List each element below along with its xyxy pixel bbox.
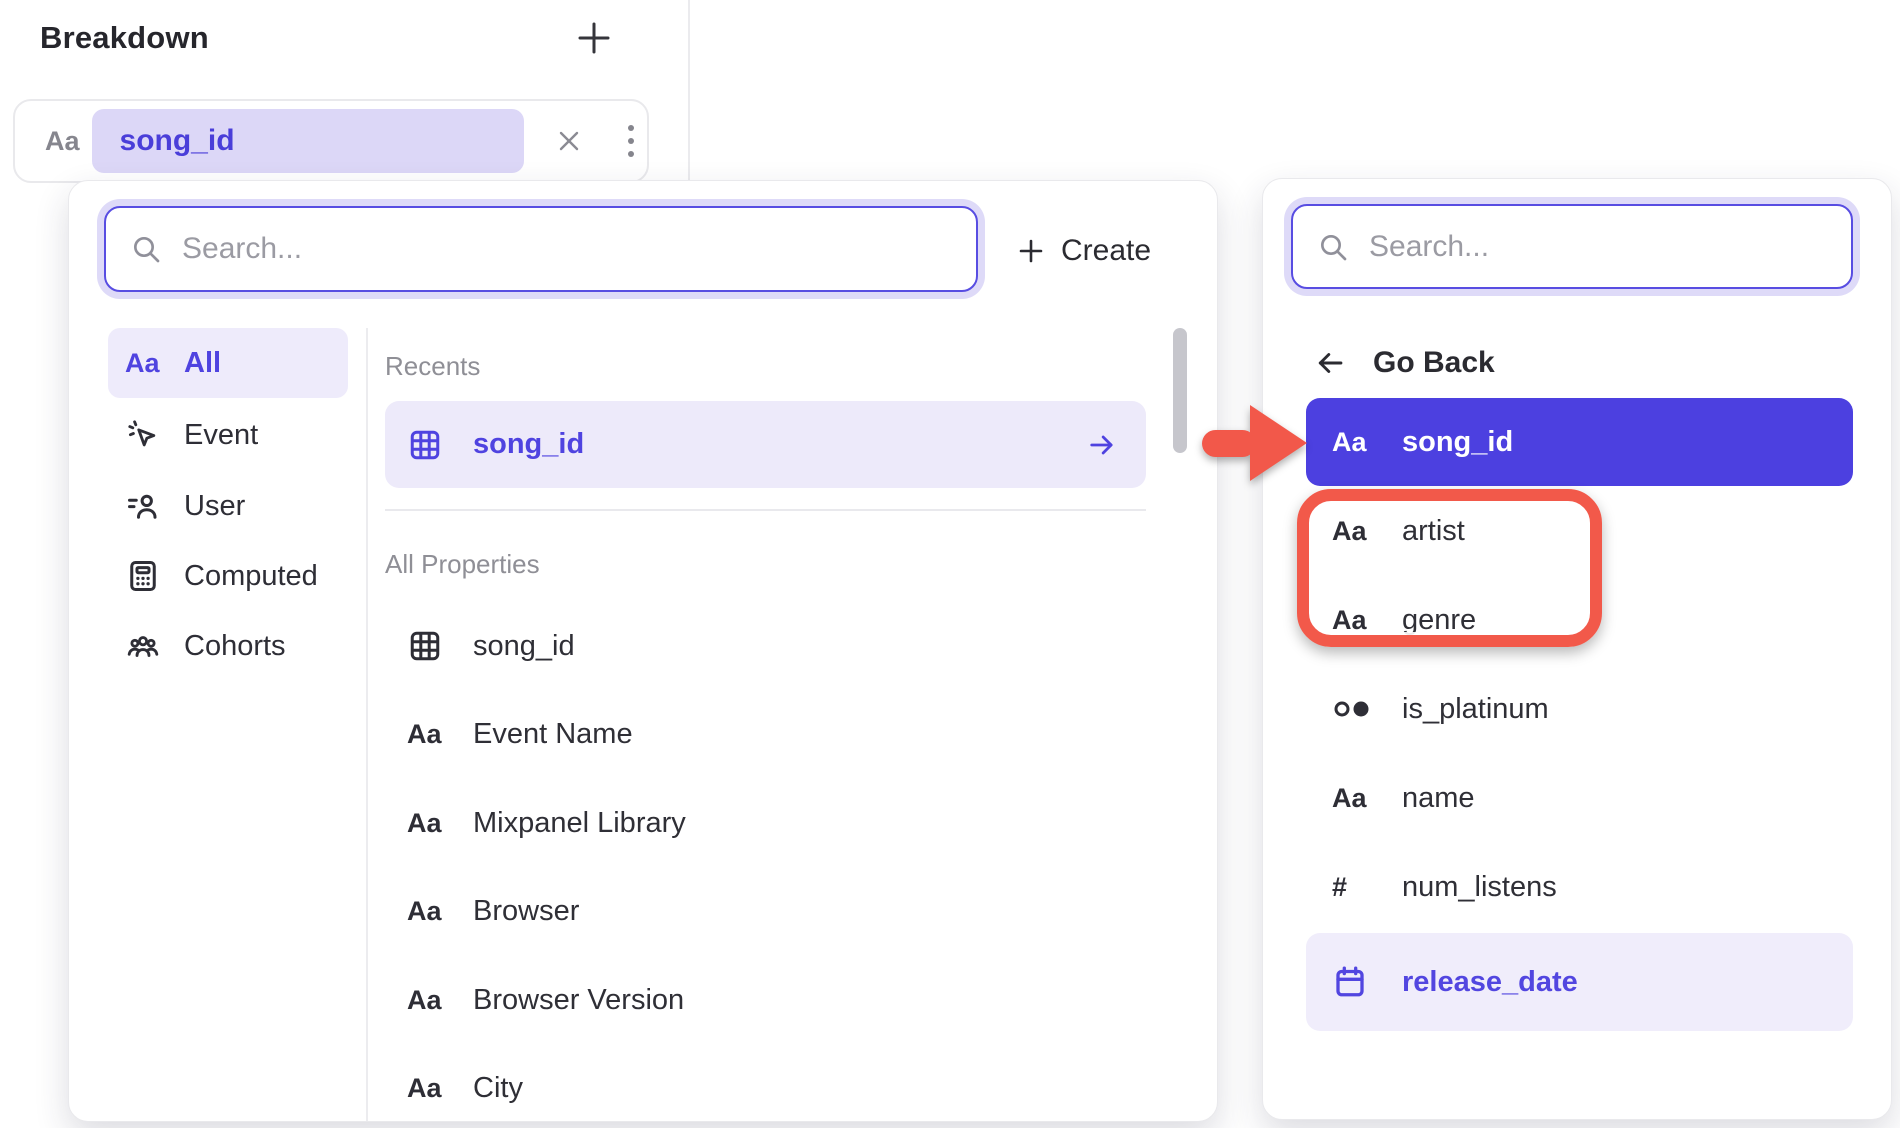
- sidebar-divider: [366, 328, 368, 1122]
- create-property-button[interactable]: Create: [1017, 223, 1151, 279]
- text-type-icon: Aa: [45, 126, 80, 157]
- property-values-panel: Go Back Aa song_id Aa artist Aa genre is…: [1262, 178, 1892, 1120]
- text-type-icon: Aa: [1332, 783, 1367, 814]
- arrow-right-icon: [1086, 429, 1118, 461]
- text-type-icon: Aa: [1332, 427, 1367, 458]
- all-properties-header: All Properties: [385, 549, 540, 580]
- go-back-button[interactable]: Go Back: [1313, 333, 1495, 393]
- cohorts-icon: [125, 628, 161, 664]
- breakdown-options-button[interactable]: [622, 119, 640, 163]
- add-breakdown-button[interactable]: [572, 16, 616, 60]
- text-type-icon: Aa: [407, 985, 442, 1016]
- property-picker-panel: Create Aa All Event User Computed: [68, 180, 1218, 1122]
- sidebar-item-all[interactable]: Aa All: [108, 328, 348, 398]
- breakdown-chip-card: Aa song_id: [13, 99, 649, 183]
- calendar-icon: [1332, 964, 1368, 1000]
- text-type-icon: Aa: [125, 348, 160, 379]
- search-icon: [1317, 231, 1349, 263]
- subproperty-row-release_date[interactable]: release_date: [1306, 933, 1853, 1031]
- property-row-mixpanel-library[interactable]: Aa Mixpanel Library: [385, 779, 1146, 867]
- plus-icon: [575, 19, 613, 57]
- subproperty-row-genre[interactable]: Aa genre: [1306, 576, 1853, 664]
- subproperty-row-artist[interactable]: Aa artist: [1306, 487, 1853, 575]
- user-icon: [125, 488, 161, 524]
- create-label: Create: [1061, 234, 1151, 268]
- text-type-icon: Aa: [1332, 516, 1367, 547]
- event-cursor-icon: [125, 417, 161, 453]
- right-search-box: [1291, 204, 1853, 289]
- property-row-browser-version[interactable]: Aa Browser Version: [385, 956, 1146, 1044]
- text-type-icon: Aa: [407, 808, 442, 839]
- boolean-type-icon: [1332, 696, 1376, 722]
- sidebar-item-computed[interactable]: Computed: [108, 541, 348, 611]
- kebab-icon: [628, 125, 634, 131]
- property-row-city[interactable]: Aa City: [385, 1044, 1146, 1122]
- sidebar-item-user[interactable]: User: [108, 471, 348, 541]
- search-icon: [130, 233, 162, 265]
- chip-label: song_id: [120, 124, 235, 158]
- close-icon: [554, 126, 584, 156]
- left-search-input[interactable]: [182, 232, 976, 266]
- breakdown-section-title: Breakdown: [40, 20, 209, 56]
- drill-in-arrow[interactable]: [1086, 429, 1118, 461]
- remove-breakdown-button[interactable]: [554, 126, 584, 156]
- number-type-icon: #: [1332, 872, 1347, 903]
- sidebar-item-event[interactable]: Event: [108, 400, 348, 470]
- property-row-song_id[interactable]: song_id: [385, 602, 1146, 690]
- table-grid-icon: [407, 628, 443, 664]
- text-type-icon: Aa: [407, 719, 442, 750]
- sidebar-item-cohorts[interactable]: Cohorts: [108, 611, 348, 681]
- recent-property-song_id[interactable]: song_id: [385, 401, 1146, 488]
- panel-edge-divider: [688, 0, 690, 182]
- property-row-browser[interactable]: Aa Browser: [385, 867, 1146, 955]
- right-search-input[interactable]: [1369, 230, 1851, 264]
- left-search-box: [104, 206, 978, 292]
- arrow-left-icon: [1313, 346, 1347, 380]
- property-row-event-name[interactable]: Aa Event Name: [385, 690, 1146, 778]
- section-divider: [385, 509, 1146, 511]
- scrollbar-thumb[interactable]: [1173, 328, 1187, 453]
- subproperty-row-name[interactable]: Aa name: [1306, 754, 1853, 842]
- text-type-icon: Aa: [407, 1073, 442, 1104]
- calculator-icon: [125, 558, 161, 594]
- plus-icon: [1017, 237, 1045, 265]
- text-type-icon: Aa: [1332, 605, 1367, 636]
- subproperty-row-is_platinum[interactable]: is_platinum: [1306, 665, 1853, 753]
- table-grid-icon: [407, 427, 443, 463]
- subproperty-row-num_listens[interactable]: # num_listens: [1306, 843, 1853, 931]
- recents-header: Recents: [385, 351, 480, 382]
- subproperty-row-song_id[interactable]: Aa song_id: [1306, 398, 1853, 486]
- breakdown-property-chip[interactable]: song_id: [92, 109, 524, 173]
- text-type-icon: Aa: [407, 896, 442, 927]
